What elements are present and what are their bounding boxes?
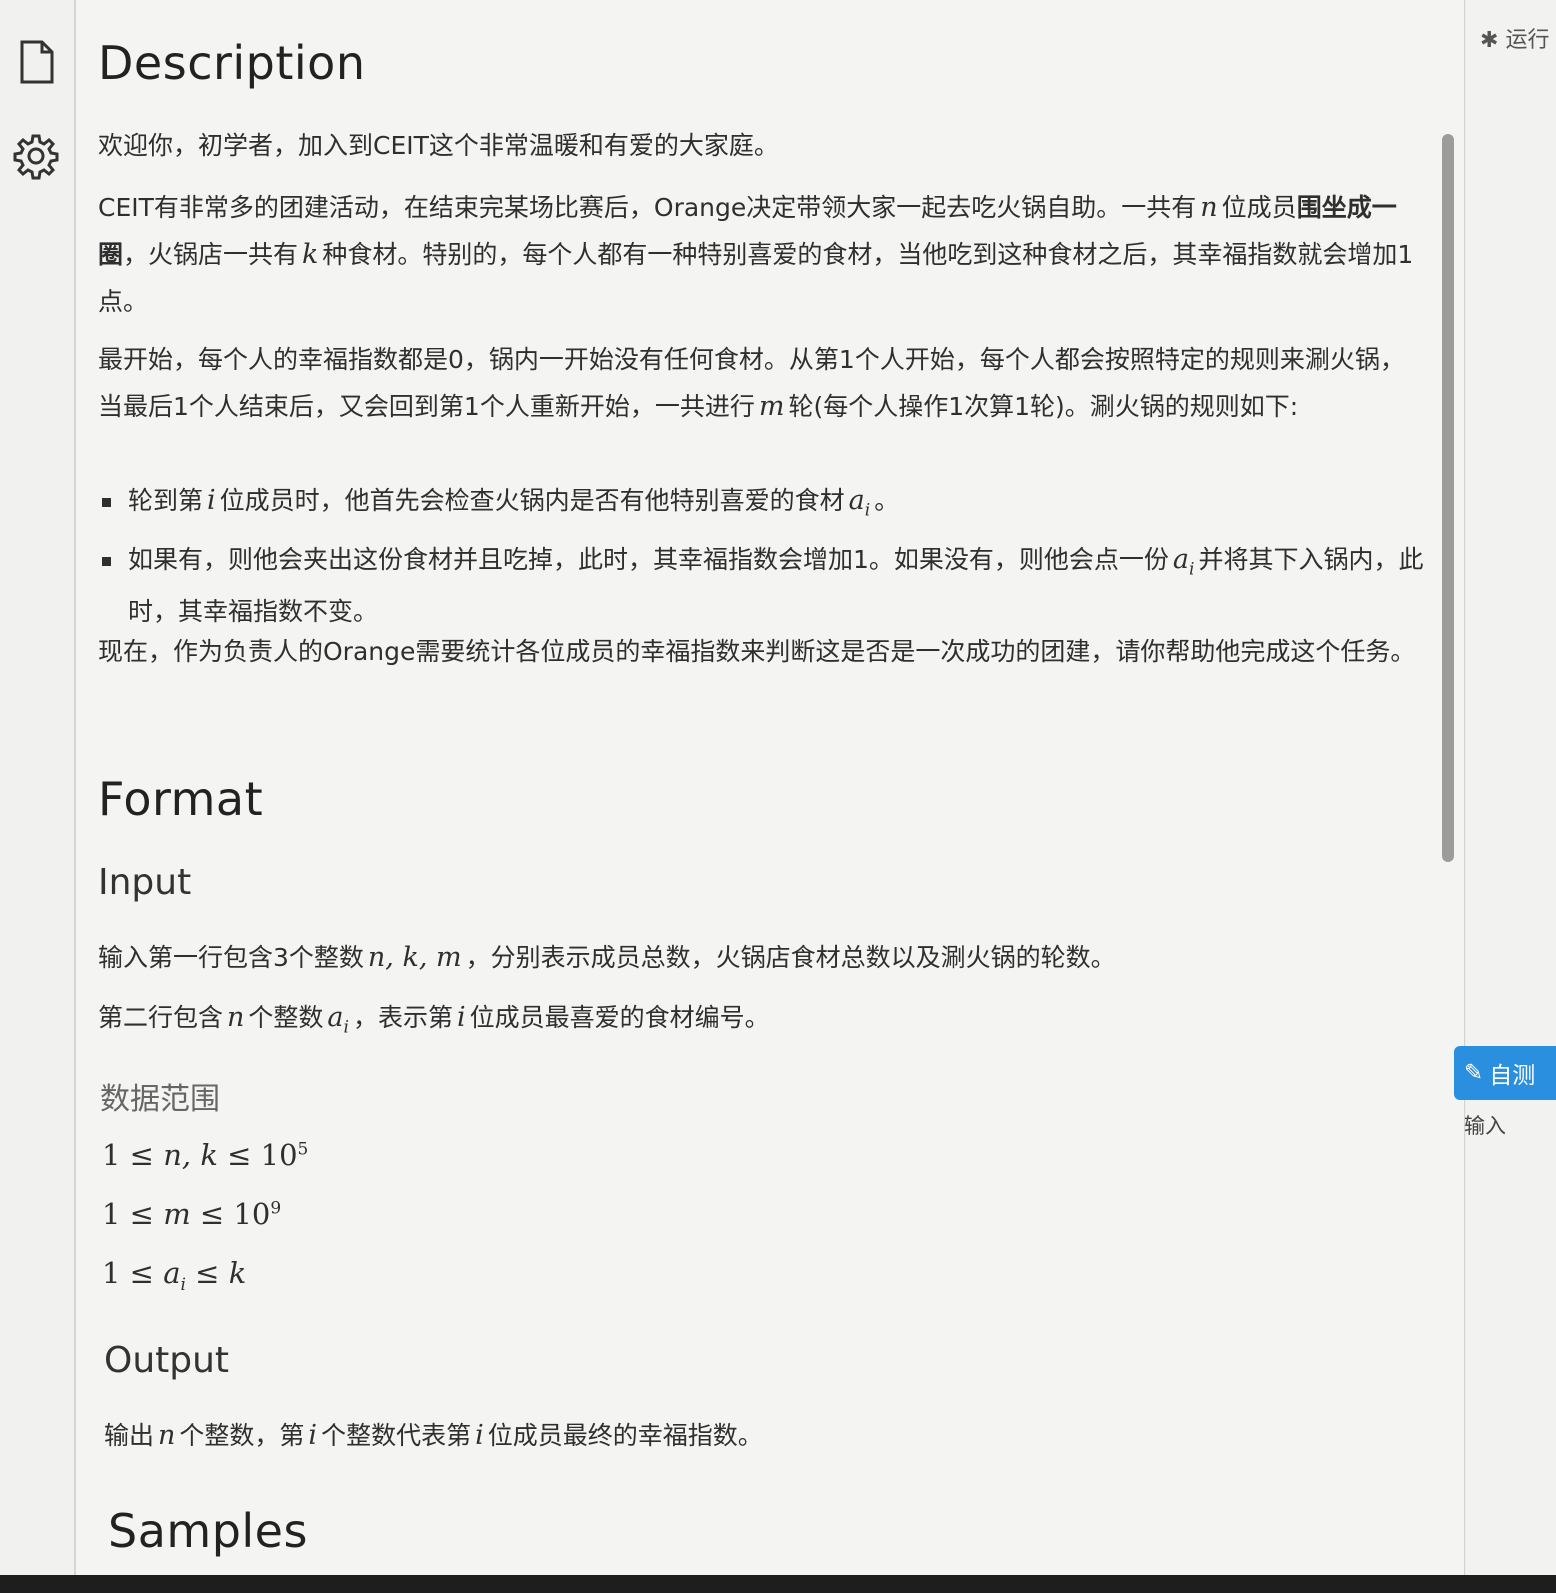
self-test-label: 自测 bbox=[1489, 1063, 1536, 1089]
gear-icon[interactable] bbox=[12, 132, 60, 180]
math-n: n bbox=[227, 1002, 245, 1033]
math-n: n bbox=[158, 1420, 176, 1451]
math-le: ≤ bbox=[227, 1138, 252, 1172]
math-exp: 9 bbox=[270, 1198, 282, 1219]
self-test-tab[interactable]: ✎ 自测 bbox=[1454, 1046, 1556, 1100]
list-item: 轮到第 i 位成员时，他首先会检查火锅内是否有他特别喜爱的食材 ai。 bbox=[98, 480, 1428, 531]
math-nk: n, k bbox=[163, 1138, 218, 1172]
math-le: ≤ bbox=[129, 1256, 154, 1290]
rules-text-2: 轮(每个人操作1次算1轮)。涮火锅的规则如下: bbox=[788, 392, 1299, 421]
right-panel: ✱ 运行 ✎ 自测 输入 bbox=[1454, 0, 1556, 1593]
input-line-2: 第二行包含 n 个整数 ai ，表示第 i 位成员最喜爱的食材编号。 bbox=[98, 994, 1428, 1051]
math-sub-i: i bbox=[343, 1017, 349, 1038]
task-paragraph: 现在，作为负责人的Orange需要统计各位成员的幸福指数来判断这是否是一次成功的… bbox=[98, 637, 1416, 666]
math-a: a bbox=[848, 485, 865, 516]
samples-heading: Samples bbox=[108, 1504, 308, 1558]
math-a-i: ai bbox=[845, 485, 875, 520]
constraint-nk: 1 ≤ n, k ≤ 105 bbox=[102, 1138, 308, 1172]
math-i: i bbox=[308, 1420, 318, 1451]
math-le: ≤ bbox=[129, 1138, 154, 1172]
run-label: 运行 bbox=[1505, 28, 1550, 53]
math-ten: 10 bbox=[260, 1138, 298, 1172]
list-item: 如果有，则他会夹出这份食材并且吃掉，此时，其幸福指数会增加1。如果没有，则他会点… bbox=[98, 539, 1428, 632]
story-paragraph: CEIT有非常多的团建活动，在结束完某场比赛后，Orange决定带领大家一起去吃… bbox=[98, 184, 1428, 325]
bullet1-text-3: 。 bbox=[874, 486, 900, 515]
math-le: ≤ bbox=[195, 1256, 220, 1290]
input-line-1: 输入第一行包含3个整数 n, k, m ，分别表示成员总数，火锅店食材总数以及涮火锅… bbox=[98, 934, 1428, 981]
run-button[interactable]: ✱ 运行 bbox=[1480, 22, 1549, 54]
input1-text-2: ，分别表示成员总数，火锅店食材总数以及涮火锅的轮数。 bbox=[465, 943, 1116, 972]
math-n: n bbox=[1200, 192, 1218, 223]
math-ten: 10 bbox=[233, 1197, 271, 1231]
output-text-3: 个整数代表第 bbox=[321, 1421, 472, 1450]
problem-panel: Description 欢迎你，初学者，加入到CEIT这个非常温暖和有爱的大家庭… bbox=[76, 0, 1465, 1575]
math-a-i: ai bbox=[323, 1002, 353, 1037]
output-heading: Output bbox=[104, 1340, 230, 1381]
input2-text-2: 个整数 bbox=[248, 1003, 324, 1032]
output-text-1: 输出 bbox=[104, 1421, 155, 1450]
math-a: a bbox=[1172, 544, 1190, 576]
document-icon[interactable] bbox=[12, 38, 60, 86]
bottom-bezel bbox=[0, 1575, 1556, 1593]
bullet2-text-1: 如果有，则他会夹出这份食材并且吃掉，此时，其幸福指数会增加1。如果没有，则他会点… bbox=[128, 545, 1169, 575]
output-text-4: 位成员最终的幸福指数。 bbox=[487, 1421, 763, 1450]
input1-text-1: 输入第一行包含3个整数 bbox=[98, 943, 364, 972]
input-heading: Input bbox=[98, 862, 192, 903]
math-m: m bbox=[758, 391, 785, 422]
math-sub-i: i bbox=[1189, 559, 1195, 580]
left-rail bbox=[0, 0, 76, 1593]
math-sub-i: i bbox=[180, 1274, 186, 1295]
math-one: 1 bbox=[102, 1256, 121, 1290]
math-m: m bbox=[163, 1197, 191, 1231]
story-text-3: ，火锅店一共有 bbox=[123, 240, 299, 269]
constraint-a: 1 ≤ ai ≤ k bbox=[102, 1256, 246, 1295]
math-k: k bbox=[302, 239, 319, 270]
story-text-1: CEIT有非常多的团建活动，在结束完某场比赛后，Orange决定带领大家一起去吃… bbox=[98, 193, 1197, 222]
data-range-heading: 数据范围 bbox=[100, 1082, 220, 1117]
math-nkm: n, k, m bbox=[367, 942, 462, 973]
scrollbar-thumb[interactable] bbox=[1442, 134, 1454, 862]
intro-paragraph: 欢迎你，初学者，加入到CEIT这个非常温暖和有爱的大家庭。 bbox=[98, 131, 779, 160]
math-a: a bbox=[327, 1002, 344, 1033]
story-text-2: 位成员 bbox=[1221, 193, 1297, 222]
bullet1-text-2: 位成员时，他首先会检查火锅内是否有他特别喜爱的食材 bbox=[219, 486, 845, 515]
input2-text-4: 位成员最喜爱的食材编号。 bbox=[469, 1003, 770, 1032]
math-i: i bbox=[475, 1420, 484, 1451]
math-i: i bbox=[207, 485, 216, 516]
math-one: 1 bbox=[102, 1197, 121, 1231]
input-label: 输入 bbox=[1464, 1114, 1506, 1138]
math-i: i bbox=[456, 1002, 466, 1033]
pencil-icon: ✎ bbox=[1464, 1060, 1484, 1086]
description-heading: Description bbox=[98, 36, 366, 90]
math-exp: 5 bbox=[297, 1139, 309, 1160]
input2-text-1: 第二行包含 bbox=[98, 1003, 224, 1032]
format-heading: Format bbox=[98, 772, 264, 826]
rules-paragraph: 最开始，每个人的幸福指数都是0，锅内一开始没有任何食材。从第1个人开始，每个人都… bbox=[98, 336, 1428, 430]
output-line: 输出 n 个整数，第 i 个整数代表第 i 位成员最终的幸福指数。 bbox=[104, 1412, 1434, 1459]
math-a: a bbox=[163, 1256, 181, 1290]
bullet1-text-1: 轮到第 bbox=[128, 486, 204, 515]
math-le: ≤ bbox=[129, 1197, 154, 1231]
math-le: ≤ bbox=[199, 1197, 225, 1231]
input2-text-3: ，表示第 bbox=[352, 1003, 453, 1032]
output-text-2: 个整数，第 bbox=[179, 1421, 305, 1450]
rules-list: 轮到第 i 位成员时，他首先会检查火锅内是否有他特别喜爱的食材 ai。 如果有，则他会… bbox=[98, 480, 1428, 641]
math-sub-i: i bbox=[864, 500, 871, 521]
math-k: k bbox=[228, 1256, 247, 1290]
bug-icon: ✱ bbox=[1480, 28, 1499, 53]
math-one: 1 bbox=[102, 1138, 121, 1172]
math-a-i: ai bbox=[1169, 544, 1199, 579]
constraint-m: 1 ≤ m ≤ 109 bbox=[102, 1197, 281, 1231]
